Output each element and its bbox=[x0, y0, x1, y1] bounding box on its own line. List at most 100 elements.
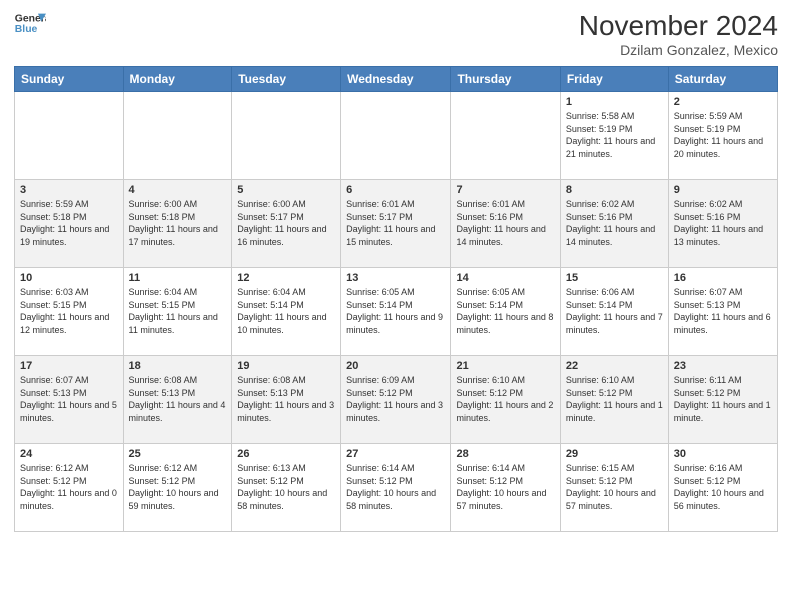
table-row: 24Sunrise: 6:12 AMSunset: 5:12 PMDayligh… bbox=[15, 444, 124, 532]
header: General Blue November 2024 Dzilam Gonzal… bbox=[14, 10, 778, 58]
day-number: 5 bbox=[237, 184, 335, 196]
table-row: 17Sunrise: 6:07 AMSunset: 5:13 PMDayligh… bbox=[15, 356, 124, 444]
day-info: Sunrise: 6:07 AMSunset: 5:13 PMDaylight:… bbox=[674, 286, 772, 336]
day-number: 1 bbox=[566, 96, 663, 108]
svg-text:Blue: Blue bbox=[15, 24, 38, 35]
day-number: 10 bbox=[20, 272, 118, 284]
day-number: 18 bbox=[129, 360, 227, 372]
day-number: 27 bbox=[346, 448, 445, 460]
day-number: 6 bbox=[346, 184, 445, 196]
day-number: 17 bbox=[20, 360, 118, 372]
day-number: 29 bbox=[566, 448, 663, 460]
table-row bbox=[15, 92, 124, 180]
day-number: 12 bbox=[237, 272, 335, 284]
day-info: Sunrise: 6:05 AMSunset: 5:14 PMDaylight:… bbox=[456, 286, 554, 336]
day-info: Sunrise: 6:08 AMSunset: 5:13 PMDaylight:… bbox=[237, 374, 335, 424]
table-row: 18Sunrise: 6:08 AMSunset: 5:13 PMDayligh… bbox=[123, 356, 232, 444]
day-info: Sunrise: 6:16 AMSunset: 5:12 PMDaylight:… bbox=[674, 462, 772, 512]
calendar-header-row: Sunday Monday Tuesday Wednesday Thursday… bbox=[15, 67, 778, 92]
table-row: 7 Sunrise: 6:01 AMSunset: 5:16 PMDaylight… bbox=[451, 180, 560, 268]
table-row: 25 Sunrise: 6:12 AMSunset: 5:12 PMDayligh… bbox=[123, 444, 232, 532]
table-row: 30 Sunrise: 6:16 AMSunset: 5:12 PMDayligh… bbox=[668, 444, 777, 532]
day-number: 3 bbox=[20, 184, 118, 196]
table-row: 27 Sunrise: 6:14 AMSunset: 5:12 PMDayligh… bbox=[341, 444, 451, 532]
day-info: Sunrise: 6:05 AMSunset: 5:14 PMDaylight:… bbox=[346, 286, 445, 336]
table-row: 15Sunrise: 6:06 AMSunset: 5:14 PMDayligh… bbox=[560, 268, 668, 356]
logo-icon: General Blue bbox=[14, 10, 46, 38]
table-row bbox=[451, 92, 560, 180]
table-row: 2 Sunrise: 5:59 AMSunset: 5:19 PMDaylight… bbox=[668, 92, 777, 180]
calendar-table: Sunday Monday Tuesday Wednesday Thursday… bbox=[14, 66, 778, 532]
table-row bbox=[341, 92, 451, 180]
page: General Blue November 2024 Dzilam Gonzal… bbox=[0, 0, 792, 612]
day-info: Sunrise: 6:11 AMSunset: 5:12 PMDaylight:… bbox=[674, 374, 772, 424]
day-number: 22 bbox=[566, 360, 663, 372]
logo: General Blue bbox=[14, 10, 46, 38]
table-row: 29 Sunrise: 6:15 AMSunset: 5:12 PMDayligh… bbox=[560, 444, 668, 532]
table-row: 19 Sunrise: 6:08 AMSunset: 5:13 PMDayligh… bbox=[232, 356, 341, 444]
day-info: Sunrise: 6:10 AMSunset: 5:12 PMDaylight:… bbox=[456, 374, 554, 424]
table-row: 21 Sunrise: 6:10 AMSunset: 5:12 PMDayligh… bbox=[451, 356, 560, 444]
day-number: 8 bbox=[566, 184, 663, 196]
day-info: Sunrise: 6:15 AMSunset: 5:12 PMDaylight:… bbox=[566, 462, 663, 512]
page-subtitle: Dzilam Gonzalez, Mexico bbox=[579, 42, 778, 58]
day-info: Sunrise: 6:02 AMSunset: 5:16 PMDaylight:… bbox=[566, 198, 663, 248]
table-row bbox=[123, 92, 232, 180]
table-row: 28Sunrise: 6:14 AMSunset: 5:12 PMDayligh… bbox=[451, 444, 560, 532]
day-number: 20 bbox=[346, 360, 445, 372]
day-number: 19 bbox=[237, 360, 335, 372]
day-number: 13 bbox=[346, 272, 445, 284]
day-number: 26 bbox=[237, 448, 335, 460]
calendar-week-row: 3 Sunrise: 5:59 AMSunset: 5:18 PMDaylight… bbox=[15, 180, 778, 268]
col-saturday: Saturday bbox=[668, 67, 777, 92]
day-info: Sunrise: 6:12 AMSunset: 5:12 PMDaylight:… bbox=[20, 462, 118, 512]
calendar-week-row: 24Sunrise: 6:12 AMSunset: 5:12 PMDayligh… bbox=[15, 444, 778, 532]
day-number: 2 bbox=[674, 96, 772, 108]
day-info: Sunrise: 6:12 AMSunset: 5:12 PMDaylight:… bbox=[129, 462, 227, 512]
day-number: 14 bbox=[456, 272, 554, 284]
day-info: Sunrise: 6:01 AMSunset: 5:16 PMDaylight:… bbox=[456, 198, 554, 248]
col-sunday: Sunday bbox=[15, 67, 124, 92]
day-number: 15 bbox=[566, 272, 663, 284]
table-row: 23 Sunrise: 6:11 AMSunset: 5:12 PMDayligh… bbox=[668, 356, 777, 444]
col-friday: Friday bbox=[560, 67, 668, 92]
day-info: Sunrise: 5:59 AMSunset: 5:18 PMDaylight:… bbox=[20, 198, 118, 248]
page-title: November 2024 bbox=[579, 10, 778, 42]
table-row: 13 Sunrise: 6:05 AMSunset: 5:14 PMDayligh… bbox=[341, 268, 451, 356]
day-number: 11 bbox=[129, 272, 227, 284]
calendar-week-row: 10Sunrise: 6:03 AMSunset: 5:15 PMDayligh… bbox=[15, 268, 778, 356]
table-row: 10Sunrise: 6:03 AMSunset: 5:15 PMDayligh… bbox=[15, 268, 124, 356]
day-info: Sunrise: 5:59 AMSunset: 5:19 PMDaylight:… bbox=[674, 110, 772, 160]
table-row: 16Sunrise: 6:07 AMSunset: 5:13 PMDayligh… bbox=[668, 268, 777, 356]
col-tuesday: Tuesday bbox=[232, 67, 341, 92]
calendar-week-row: 17Sunrise: 6:07 AMSunset: 5:13 PMDayligh… bbox=[15, 356, 778, 444]
table-row: 9 Sunrise: 6:02 AMSunset: 5:16 PMDaylight… bbox=[668, 180, 777, 268]
title-block: November 2024 Dzilam Gonzalez, Mexico bbox=[579, 10, 778, 58]
day-number: 21 bbox=[456, 360, 554, 372]
calendar-week-row: 1Sunrise: 5:58 AMSunset: 5:19 PMDaylight… bbox=[15, 92, 778, 180]
table-row: 3 Sunrise: 5:59 AMSunset: 5:18 PMDaylight… bbox=[15, 180, 124, 268]
table-row: 11Sunrise: 6:04 AMSunset: 5:15 PMDayligh… bbox=[123, 268, 232, 356]
table-row bbox=[232, 92, 341, 180]
table-row: 8 Sunrise: 6:02 AMSunset: 5:16 PMDaylight… bbox=[560, 180, 668, 268]
day-number: 9 bbox=[674, 184, 772, 196]
day-info: Sunrise: 6:00 AMSunset: 5:18 PMDaylight:… bbox=[129, 198, 227, 248]
table-row: 1Sunrise: 5:58 AMSunset: 5:19 PMDaylight… bbox=[560, 92, 668, 180]
day-number: 30 bbox=[674, 448, 772, 460]
day-number: 25 bbox=[129, 448, 227, 460]
table-row: 4Sunrise: 6:00 AMSunset: 5:18 PMDaylight… bbox=[123, 180, 232, 268]
table-row: 6 Sunrise: 6:01 AMSunset: 5:17 PMDaylight… bbox=[341, 180, 451, 268]
day-number: 23 bbox=[674, 360, 772, 372]
day-number: 7 bbox=[456, 184, 554, 196]
day-info: Sunrise: 6:14 AMSunset: 5:12 PMDaylight:… bbox=[346, 462, 445, 512]
day-info: Sunrise: 6:14 AMSunset: 5:12 PMDaylight:… bbox=[456, 462, 554, 512]
day-info: Sunrise: 6:13 AMSunset: 5:12 PMDaylight:… bbox=[237, 462, 335, 512]
day-info: Sunrise: 6:00 AMSunset: 5:17 PMDaylight:… bbox=[237, 198, 335, 248]
col-thursday: Thursday bbox=[451, 67, 560, 92]
col-monday: Monday bbox=[123, 67, 232, 92]
day-info: Sunrise: 6:02 AMSunset: 5:16 PMDaylight:… bbox=[674, 198, 772, 248]
day-info: Sunrise: 6:01 AMSunset: 5:17 PMDaylight:… bbox=[346, 198, 445, 248]
day-info: Sunrise: 6:10 AMSunset: 5:12 PMDaylight:… bbox=[566, 374, 663, 424]
table-row: 12Sunrise: 6:04 AMSunset: 5:14 PMDayligh… bbox=[232, 268, 341, 356]
table-row: 22 Sunrise: 6:10 AMSunset: 5:12 PMDayligh… bbox=[560, 356, 668, 444]
